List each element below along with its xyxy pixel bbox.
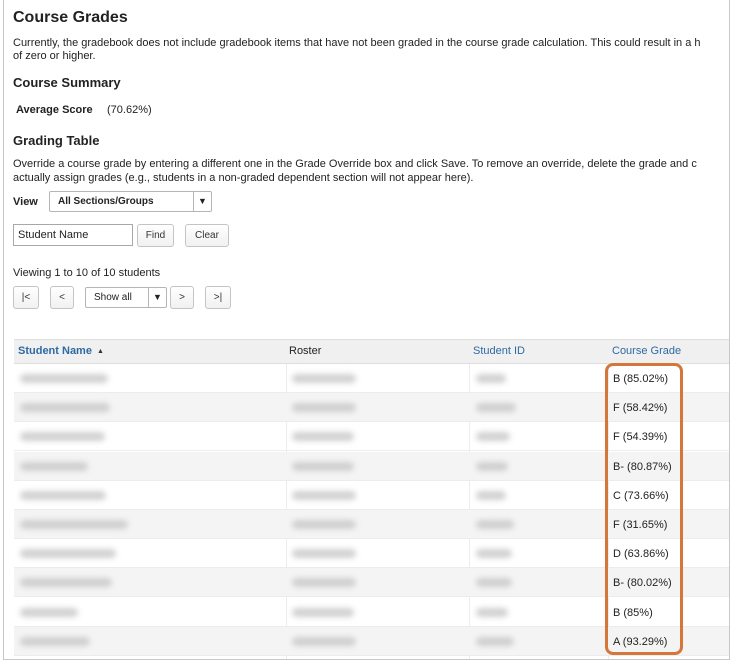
redacted-student-id xyxy=(476,636,514,646)
average-score-value: (70.62%) xyxy=(107,104,152,116)
next-page-button[interactable]: > xyxy=(170,286,194,309)
redacted-student-id xyxy=(476,432,510,442)
pager-status: Viewing 1 to 10 of 10 students xyxy=(13,267,161,279)
student-search-input[interactable] xyxy=(13,224,133,246)
view-select-value: All Sections/Groups xyxy=(58,196,154,207)
redacted-roster xyxy=(292,490,356,500)
redacted-student-name xyxy=(20,490,106,500)
redacted-student-name xyxy=(20,607,78,617)
student-name-column-header[interactable]: Student Name ▲ xyxy=(18,345,104,357)
redacted-student-id xyxy=(476,374,506,383)
intro-text-continued: of zero or higher. xyxy=(13,50,96,62)
student-id-column-header[interactable]: Student ID xyxy=(473,345,525,357)
page-size-select[interactable]: Show all ▼ xyxy=(85,287,167,308)
redacted-student-name xyxy=(20,520,128,529)
redacted-roster xyxy=(292,520,356,529)
redacted-roster xyxy=(292,374,356,383)
redacted-student-name xyxy=(20,578,112,588)
redacted-student-id xyxy=(476,578,512,588)
course-grades-panel: Course Grades Currently, the gradebook d… xyxy=(3,0,730,660)
redacted-student-id xyxy=(476,403,516,413)
last-page-button[interactable]: >| xyxy=(205,286,231,309)
view-label: View xyxy=(13,196,38,208)
page-size-value: Show all xyxy=(94,292,132,303)
clear-button[interactable]: Clear xyxy=(185,224,229,247)
redacted-roster xyxy=(292,578,356,588)
redacted-roster xyxy=(292,549,356,559)
view-select[interactable]: All Sections/Groups ▼ xyxy=(49,191,212,212)
intro-text: Currently, the gradebook does not includ… xyxy=(13,37,701,49)
page-title: Course Grades xyxy=(13,9,128,26)
redacted-roster xyxy=(292,432,354,442)
grading-table-description-continued: actually assign grades (e.g., students i… xyxy=(13,172,474,184)
redacted-student-name xyxy=(20,549,116,559)
redacted-roster xyxy=(292,636,356,646)
chevron-down-icon: ▼ xyxy=(193,192,211,211)
sort-ascending-icon: ▲ xyxy=(97,348,104,355)
redacted-roster xyxy=(292,607,354,617)
redacted-student-id xyxy=(476,520,514,529)
redacted-student-name xyxy=(20,432,105,442)
chevron-down-icon: ▼ xyxy=(148,288,166,307)
redacted-student-name xyxy=(20,636,90,646)
redacted-student-name xyxy=(20,403,110,413)
grading-table-heading: Grading Table xyxy=(13,133,100,148)
student-name-header-label: Student Name xyxy=(18,345,92,357)
average-score-label: Average Score xyxy=(16,104,93,116)
redacted-student-name xyxy=(20,374,108,383)
redacted-student-id xyxy=(476,549,512,559)
redacted-student-name xyxy=(20,461,88,471)
redacted-roster xyxy=(292,403,356,413)
course-grade-column-header[interactable]: Course Grade xyxy=(612,345,681,357)
redacted-student-id xyxy=(476,461,508,471)
redacted-roster xyxy=(292,461,354,471)
roster-column-header: Roster xyxy=(289,345,322,357)
first-page-button[interactable]: |< xyxy=(13,286,39,309)
redacted-student-id xyxy=(476,490,506,500)
find-button[interactable]: Find xyxy=(137,224,174,247)
course-summary-heading: Course Summary xyxy=(13,75,121,90)
redacted-student-id xyxy=(476,607,508,617)
table-header: Student Name ▲ Roster Student ID Course … xyxy=(14,339,729,364)
grading-table-description: Override a course grade by entering a di… xyxy=(13,158,697,170)
previous-page-button[interactable]: < xyxy=(50,286,74,309)
course-grade-highlight-box xyxy=(605,363,683,655)
